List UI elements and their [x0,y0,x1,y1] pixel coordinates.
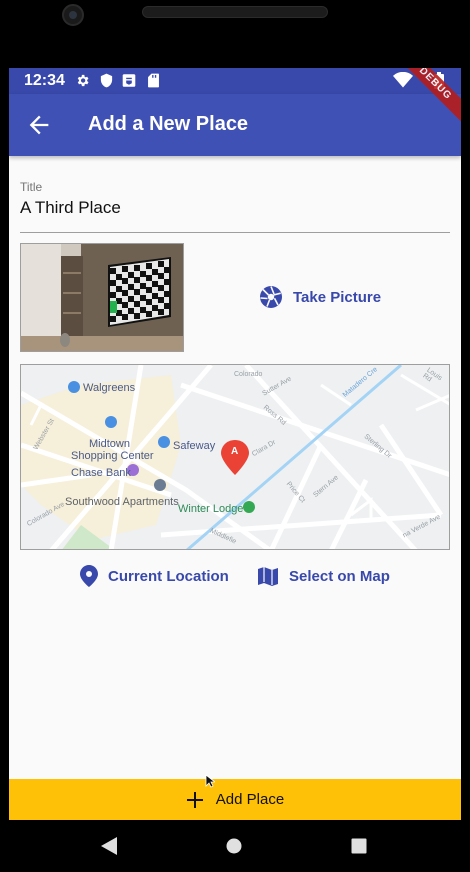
title-input[interactable] [20,198,450,233]
wifi-icon [393,72,413,88]
plus-icon [186,791,203,808]
map-label-midtown-2: Shopping Center [71,450,154,462]
recents-nav-icon[interactable] [351,838,367,854]
map-icon [258,567,278,586]
map-label-midtown-1: Midtown [89,438,130,450]
current-location-button[interactable]: Current Location [80,565,229,587]
system-nav-bar [0,820,470,872]
status-bar: 12:34 [9,68,461,94]
earpiece-speaker [142,6,328,18]
location-pin-icon [80,565,98,587]
map-label-chase-bank: Chase Bank [71,467,131,479]
back-nav-icon[interactable] [100,836,118,856]
page-title: Add a New Place [88,113,249,135]
add-place-button[interactable]: Add Place [9,779,461,820]
mouse-cursor [205,774,215,788]
status-time: 12:34 [24,72,65,89]
app-screen: 12:34 Add a New Place DEBUG Title A Thir… [9,68,461,820]
checkerboard-tv [108,257,171,327]
image-preview [20,243,184,352]
map-label-winter-lodge: Winter Lodge [178,503,244,515]
title-field-label: Title [20,180,43,194]
title-form: Title [20,180,450,233]
map-preview: Walgreens Midtown Shopping Center Safewa… [20,364,450,550]
take-picture-label: Take Picture [293,288,382,306]
room-photo [21,244,183,351]
map-label-southwood: Southwood Apartments [65,496,179,508]
map-marker-label: A [231,446,239,457]
map-label-walgreens: Walgreens [83,382,136,394]
device-frame: 12:34 Add a New Place DEBUG Title A Thir… [0,0,470,872]
back-arrow-icon[interactable] [25,111,53,139]
street-label: Colorado [234,371,263,378]
map-label-safeway: Safeway [173,440,216,452]
front-camera [62,4,84,26]
camera-icon [260,286,282,308]
shield-icon [100,73,113,88]
select-on-map-button[interactable]: Select on Map [257,565,390,587]
location-actions: Current Location Select on Map [9,565,461,589]
gear-icon [77,74,89,87]
add-place-label: Add Place [215,791,285,808]
badge-icon [122,74,136,87]
home-nav-icon[interactable] [226,838,242,854]
app-bar: Add a New Place [9,94,461,156]
take-picture-button[interactable]: Take Picture [259,285,381,309]
select-on-map-label: Select on Map [289,567,390,585]
sd-card-icon [148,73,159,88]
current-location-label: Current Location [108,567,229,585]
